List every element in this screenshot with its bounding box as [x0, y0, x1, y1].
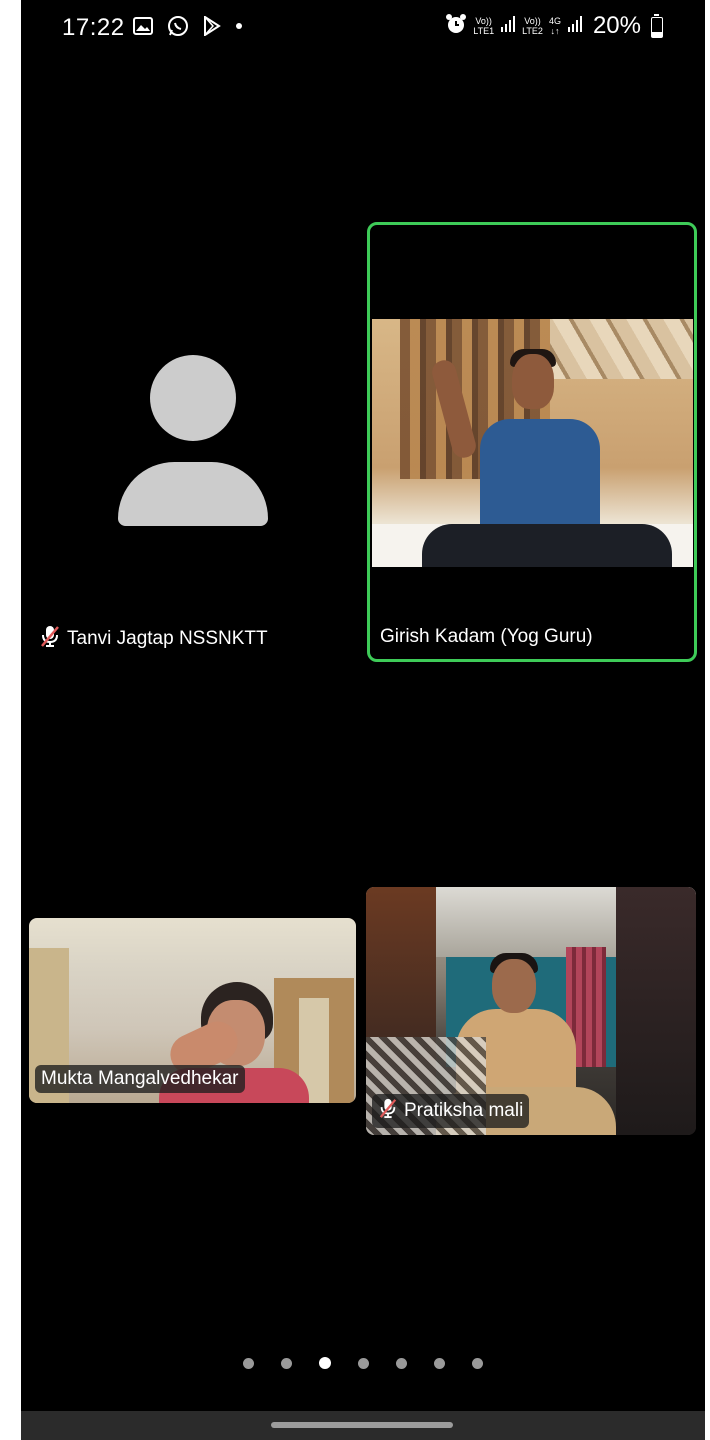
participant-video — [372, 319, 693, 567]
muted-mic-icon — [378, 1097, 398, 1125]
participant-tile-active-speaker[interactable]: Girish Kadam (Yog Guru) — [367, 222, 697, 662]
participant-tile[interactable]: Tanvi Jagtap NSSNKTT — [21, 222, 361, 660]
participant-name: Girish Kadam (Yog Guru) — [380, 626, 593, 647]
page-dot[interactable] — [281, 1357, 292, 1369]
page-dot-active[interactable] — [319, 1357, 331, 1369]
participant-name-label: Mukta Mangalvedhekar — [35, 1065, 245, 1093]
participant-tile[interactable]: Mukta Mangalvedhekar — [29, 918, 356, 1103]
play-store-icon — [203, 16, 221, 36]
signal-icon — [567, 15, 583, 38]
status-time: 17:22 — [62, 14, 125, 41]
alarm-icon — [445, 13, 467, 40]
notification-icons — [133, 15, 243, 37]
participant-name: Tanvi Jagtap NSSNKTT — [67, 628, 268, 649]
status-bar: 17:22 Vo)) LTE1 Vo)) LTE2 4G ↓↑ 20% — [21, 0, 705, 58]
signal-icon — [500, 15, 516, 38]
participant-name-label: Girish Kadam (Yog Guru) — [380, 626, 593, 648]
page-dot[interactable] — [243, 1357, 254, 1369]
participant-name-label: Pratiksha mali — [372, 1094, 530, 1128]
page-dot[interactable] — [358, 1357, 369, 1369]
participant-name-label: Tanvi Jagtap NSSNKTT — [39, 624, 268, 654]
system-status: Vo)) LTE1 Vo)) LTE2 4G ↓↑ 20% — [445, 12, 663, 40]
network-type: 4G ↓↑ — [548, 16, 561, 36]
home-gesture-handle[interactable] — [271, 1422, 453, 1428]
page-dot[interactable] — [396, 1357, 407, 1369]
battery-percent: 20% — [592, 12, 641, 39]
meeting-screen: 17:22 Vo)) LTE1 Vo)) LTE2 4G ↓↑ 20% Tanv… — [21, 0, 705, 1440]
participant-name: Mukta Mangalvedhekar — [35, 1065, 245, 1093]
participant-tile[interactable]: Pratiksha mali — [366, 887, 696, 1135]
system-navigation-bar — [21, 1411, 705, 1440]
gallery-icon — [133, 17, 153, 35]
sim1-indicator: Vo)) LTE1 — [473, 16, 495, 36]
participant-name: Pratiksha mali — [404, 1100, 524, 1121]
muted-mic-icon — [39, 624, 61, 654]
page-dot[interactable] — [434, 1357, 445, 1369]
battery-icon — [651, 13, 663, 38]
page-dot[interactable] — [472, 1357, 483, 1369]
whatsapp-icon — [167, 15, 189, 37]
sim2-indicator: Vo)) LTE2 — [522, 16, 543, 36]
dot-icon — [235, 22, 243, 30]
page-indicator — [21, 1357, 705, 1369]
